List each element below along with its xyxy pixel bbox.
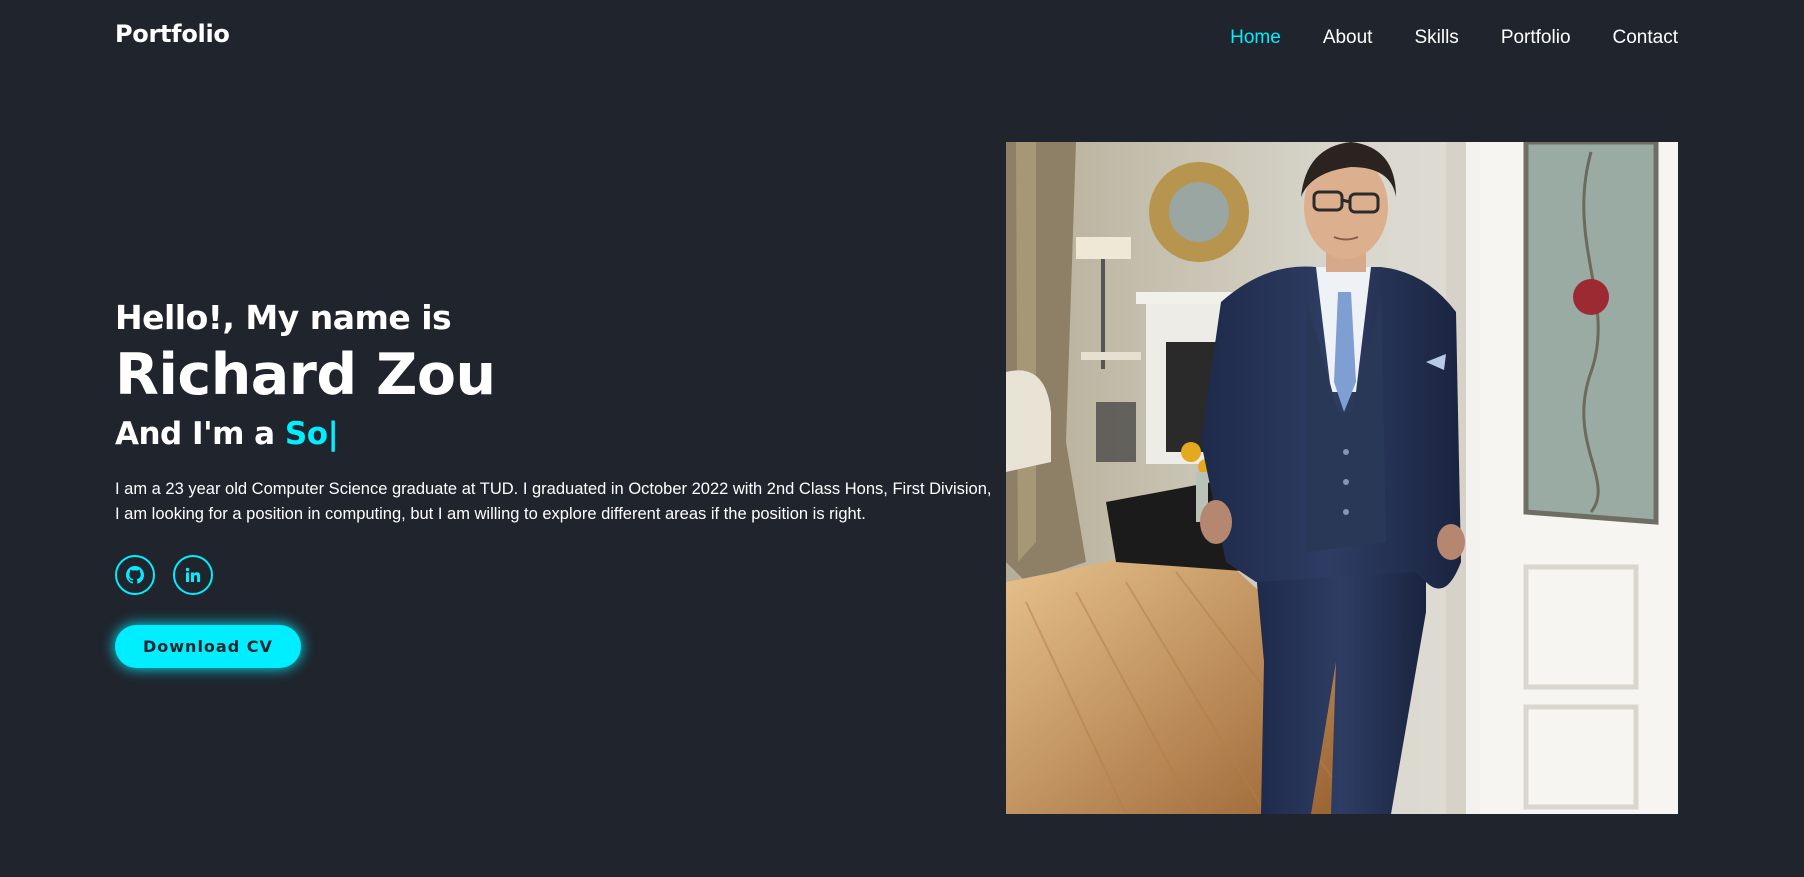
role-typed: So	[284, 415, 328, 452]
hero-content: Hello!, My name is Richard Zou And I'm a…	[115, 298, 995, 669]
typing-cursor: |	[327, 415, 339, 452]
bio-text: I am a 23 year old Computer Science grad…	[115, 480, 992, 524]
nav-portfolio[interactable]: Portfolio	[1501, 27, 1571, 49]
nav-skills[interactable]: Skills	[1414, 27, 1458, 49]
profile-photo	[1006, 142, 1678, 814]
nav-contact[interactable]: Contact	[1613, 27, 1678, 49]
logo[interactable]: Portfolio	[115, 20, 230, 48]
nav-about[interactable]: About	[1323, 27, 1373, 49]
social-links	[115, 555, 995, 596]
hero-name: Richard Zou	[115, 342, 496, 409]
linkedin-icon	[185, 567, 201, 583]
nav-home[interactable]: Home	[1230, 27, 1281, 49]
greeting: Hello!, My name is	[115, 298, 452, 337]
download-cv-button[interactable]: Download CV	[115, 625, 301, 669]
site-header: Portfolio Home About Skills Portfolio Co…	[0, 0, 1804, 76]
github-icon	[126, 566, 144, 584]
portrait-illustration	[1006, 142, 1678, 814]
main-nav: Home About Skills Portfolio Contact	[1230, 27, 1678, 49]
github-link[interactable]	[115, 555, 155, 596]
role-line: And I'm a So|	[115, 417, 995, 451]
role-prefix: And I'm a	[115, 415, 275, 452]
linkedin-link[interactable]	[173, 555, 213, 596]
